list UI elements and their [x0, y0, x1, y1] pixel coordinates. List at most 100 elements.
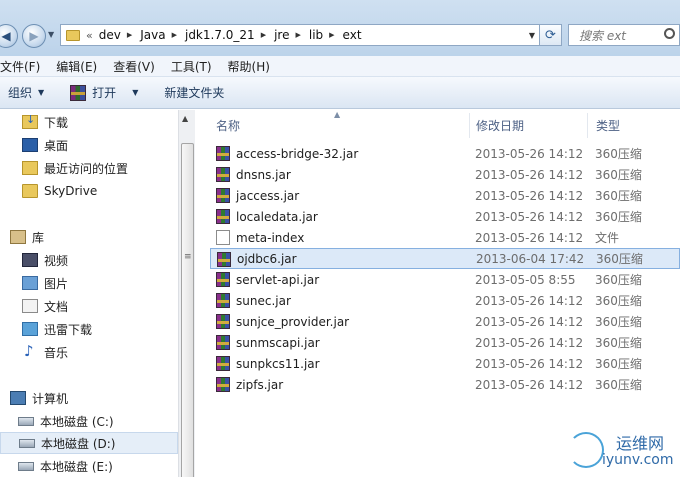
address-dropdown-icon[interactable]: ▼: [529, 31, 535, 40]
nav-item-label: 最近访问的位置: [44, 161, 129, 176]
column-header-type[interactable]: 类型: [588, 113, 680, 138]
menu-edit[interactable]: 编辑(E): [56, 58, 103, 75]
forward-button[interactable]: ▶: [22, 24, 46, 48]
file-type: 360压缩: [595, 336, 642, 350]
breadcrumb-jre[interactable]: jre: [274, 28, 289, 42]
recent-places-icon: [22, 161, 38, 175]
organize-button[interactable]: 组织 ▼: [8, 84, 44, 101]
breadcrumb-lib[interactable]: lib: [309, 28, 323, 42]
breadcrumb-jdk[interactable]: jdk1.7.0_21: [185, 28, 255, 42]
nav-item-desktop[interactable]: 桌面: [0, 134, 178, 156]
watermark-cn-text: 运维网: [616, 434, 665, 453]
organize-label: 组织: [8, 86, 33, 100]
file-modified: 2013-05-26 14:12: [475, 209, 584, 224]
file-type: 360压缩: [595, 294, 642, 308]
refresh-button[interactable]: ⟳: [540, 24, 562, 46]
scroll-up-icon[interactable]: ▲: [182, 114, 188, 123]
library-icon: [10, 230, 26, 244]
nav-item-label: 本地磁盘 (E:): [40, 459, 113, 474]
column-header-name[interactable]: 名称: [210, 113, 470, 138]
nav-item-drive-c[interactable]: 本地磁盘 (C:): [0, 410, 178, 432]
menu-view[interactable]: 查看(V): [113, 58, 161, 75]
chevron-down-icon[interactable]: ▼: [132, 88, 138, 97]
column-header-modified[interactable]: 修改日期: [470, 113, 588, 138]
archive-file-icon: [216, 356, 230, 371]
drive-icon: [18, 416, 34, 426]
file-row[interactable]: servlet-api.jar 2013-05-05 8:55 360压缩: [210, 269, 680, 290]
archive-file-icon: [216, 272, 230, 287]
search-input[interactable]: 搜索 ext: [568, 24, 680, 46]
file-row[interactable]: sunec.jar 2013-05-26 14:12 360压缩: [210, 290, 680, 311]
nav-item-documents[interactable]: 文档: [0, 295, 178, 317]
file-row[interactable]: localedata.jar 2013-05-26 14:12 360压缩: [210, 206, 680, 227]
new-folder-button[interactable]: 新建文件夹: [164, 84, 224, 101]
nav-item-videos[interactable]: 视频: [0, 249, 178, 271]
file-name: sunpkcs11.jar: [236, 356, 320, 371]
nav-item-skydrive[interactable]: SkyDrive: [0, 180, 178, 202]
nav-item-music[interactable]: 音乐: [0, 341, 178, 363]
breadcrumb-separator-icon[interactable]: ▶: [295, 31, 300, 39]
chevron-down-icon: ▼: [38, 88, 45, 97]
nav-item-drive-e[interactable]: 本地磁盘 (E:): [0, 455, 178, 477]
file-name: localedata.jar: [236, 209, 318, 224]
search-placeholder: 搜索 ext: [579, 28, 627, 43]
menu-tools[interactable]: 工具(T): [171, 58, 218, 75]
drive-icon: [18, 461, 34, 471]
nav-item-pictures[interactable]: 图片: [0, 272, 178, 294]
address-bar[interactable]: « dev ▶ Java ▶ jdk1.7.0_21 ▶ jre ▶ lib ▶…: [60, 24, 540, 46]
nav-item-xunlei[interactable]: 迅雷下载: [0, 318, 178, 340]
column-header-label: 名称: [216, 119, 241, 133]
address-overflow-chevron[interactable]: «: [86, 29, 93, 42]
breadcrumb-dev[interactable]: dev: [99, 28, 121, 42]
file-row[interactable]: dnsns.jar 2013-05-26 14:12 360压缩: [210, 164, 680, 185]
back-button[interactable]: ◀: [0, 24, 18, 48]
file-type: 360压缩: [595, 210, 642, 224]
file-name: access-bridge-32.jar: [236, 146, 359, 161]
nav-item-recent-places[interactable]: 最近访问的位置: [0, 157, 178, 179]
file-row[interactable]: sunjce_provider.jar 2013-05-26 14:12 360…: [210, 311, 680, 332]
breadcrumb-separator-icon[interactable]: ▶: [127, 31, 132, 39]
file-row[interactable]: meta-index 2013-05-26 14:12 文件: [210, 227, 680, 248]
file-name: zipfs.jar: [236, 377, 284, 392]
archive-file-icon: [216, 209, 230, 224]
refresh-icon: ⟳: [545, 27, 556, 43]
file-row[interactable]: sunpkcs11.jar 2013-05-26 14:12 360压缩: [210, 353, 680, 374]
nav-item-drive-d[interactable]: 本地磁盘 (D:): [0, 432, 178, 454]
breadcrumb-ext[interactable]: ext: [343, 28, 362, 42]
archive-icon: [70, 84, 87, 101]
breadcrumb-separator-icon[interactable]: ▶: [329, 31, 334, 39]
archive-file-icon: [216, 314, 230, 329]
file-modified: 2013-05-26 14:12: [475, 356, 584, 371]
file-name: ojdbc6.jar: [237, 251, 297, 266]
file-name: sunjce_provider.jar: [236, 314, 350, 329]
nav-item-label: 计算机: [32, 391, 69, 406]
breadcrumb-separator-icon[interactable]: ▶: [172, 31, 177, 39]
breadcrumb-java[interactable]: Java: [140, 28, 165, 42]
new-folder-label: 新建文件夹: [164, 86, 225, 100]
video-icon: [22, 253, 38, 267]
file-row[interactable]: access-bridge-32.jar 2013-05-26 14:12 36…: [210, 143, 680, 164]
menu-file[interactable]: 文件(F): [0, 58, 46, 75]
archive-file-icon: [216, 335, 230, 350]
nav-item-computer[interactable]: 计算机: [0, 387, 178, 409]
file-row[interactable]: zipfs.jar 2013-05-26 14:12 360压缩: [210, 374, 680, 395]
file-row[interactable]: jaccess.jar 2013-05-26 14:12 360压缩: [210, 185, 680, 206]
computer-icon: [10, 391, 26, 405]
archive-file-icon: [217, 252, 231, 267]
nav-item-label: 库: [32, 230, 45, 245]
file-row-selected[interactable]: ojdbc6.jar 2013-06-04 17:42 360压缩: [210, 248, 680, 269]
music-icon: [22, 342, 38, 360]
back-arrow-icon: ◀: [1, 29, 11, 43]
scrollbar-thumb[interactable]: [181, 143, 194, 477]
recent-pages-dropdown[interactable]: ▼: [48, 30, 54, 39]
file-row[interactable]: sunmscapi.jar 2013-05-26 14:12 360压缩: [210, 332, 680, 353]
navigation-scrollbar[interactable]: ▲ ≡: [178, 110, 195, 477]
nav-item-downloads[interactable]: 下载: [0, 111, 178, 133]
nav-item-label: 视频: [44, 253, 69, 268]
menu-help[interactable]: 帮助(H): [228, 58, 276, 75]
open-button[interactable]: 打开 ▼: [70, 84, 138, 101]
file-modified: 2013-06-04 17:42: [476, 251, 585, 266]
breadcrumb-separator-icon[interactable]: ▶: [261, 31, 266, 39]
search-icon: [664, 28, 675, 39]
nav-item-libraries[interactable]: 库: [0, 226, 178, 248]
